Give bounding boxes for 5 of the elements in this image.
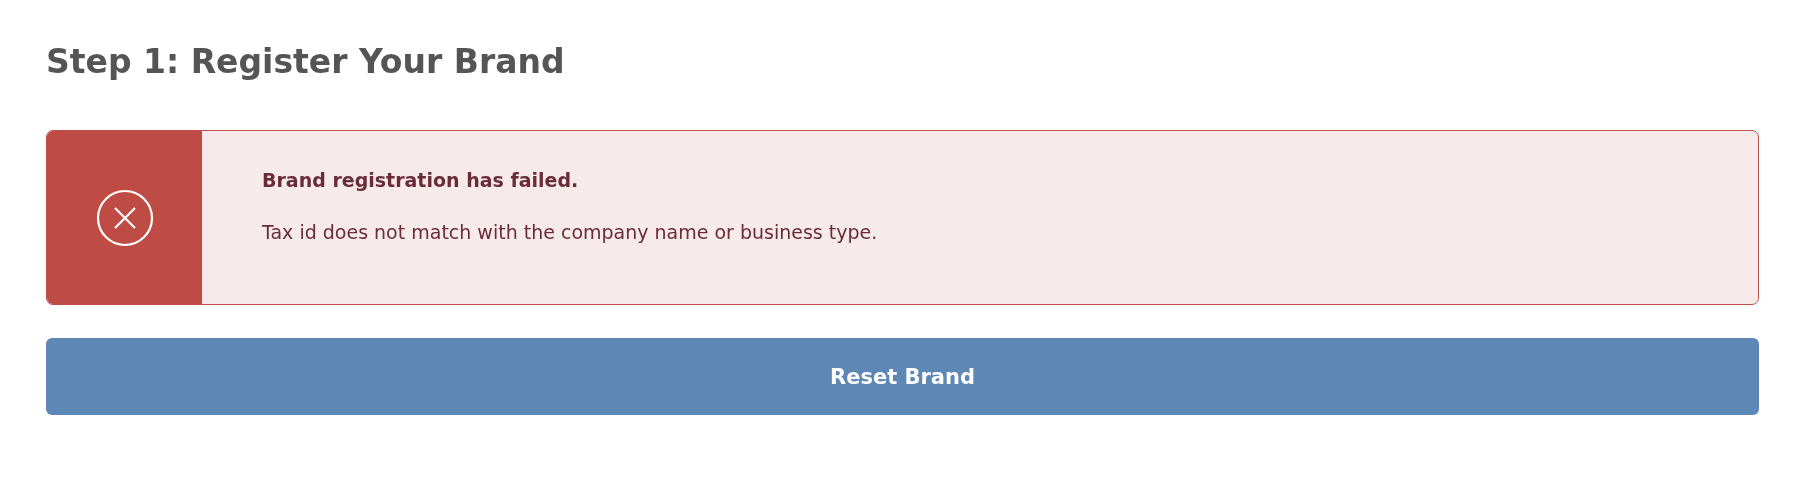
- alert-message: Tax id does not match with the company name or business type.: [262, 221, 878, 243]
- reset-brand-button[interactable]: Reset Brand: [46, 338, 1759, 415]
- page-heading: Step 1: Register Your Brand: [46, 41, 566, 83]
- close-circle-icon: [95, 188, 154, 247]
- alert-title: Brand registration has failed.: [262, 169, 580, 191]
